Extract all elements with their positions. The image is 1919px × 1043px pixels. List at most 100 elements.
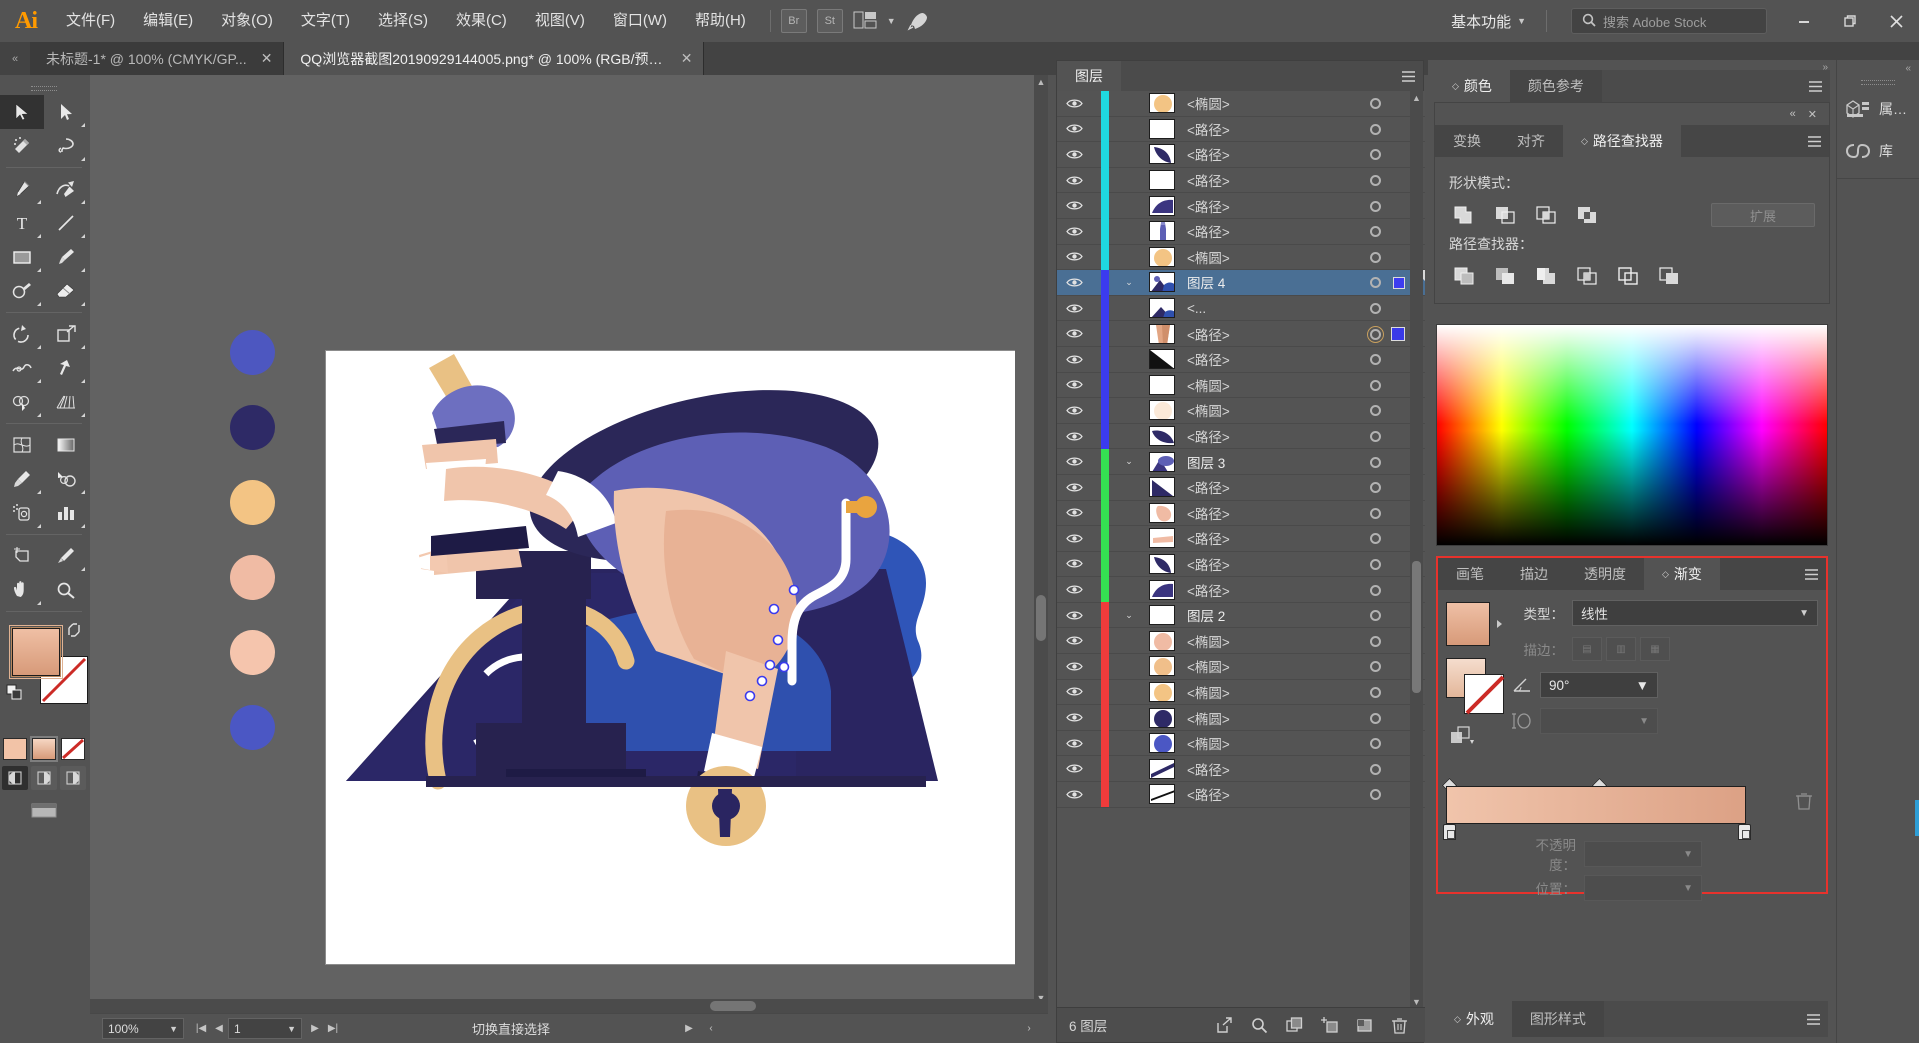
- menu-help[interactable]: 帮助(H): [681, 0, 760, 42]
- new-sublayer-button[interactable]: [1319, 1015, 1339, 1035]
- visibility-toggle-icon[interactable]: [1057, 149, 1091, 160]
- document-tab-0[interactable]: 未标题-1* @ 100% (CMYK/GP... ✕: [30, 42, 285, 75]
- tab-pathfinder[interactable]: ◇ 路径查找器: [1563, 125, 1681, 157]
- color-panel-menu-icon[interactable]: [1800, 70, 1830, 102]
- target-ring-icon[interactable]: [1370, 712, 1381, 724]
- arrange-documents-icon[interactable]: [853, 11, 877, 31]
- menu-select[interactable]: 选择(S): [364, 0, 442, 42]
- object-row[interactable]: <椭圆>: [1057, 627, 1425, 655]
- document-canvas[interactable]: ▲ ▼ 100% ▼ |◀ ◀ 1 ▼ ▶ ▶| 切换直接选择 ▶ ‹ ›: [90, 75, 1048, 1043]
- menu-window[interactable]: 窗口(W): [599, 0, 681, 42]
- target-indicator[interactable]: [1370, 245, 1381, 271]
- color-swatch-mode[interactable]: [3, 738, 27, 760]
- canvas-vertical-scrollbar[interactable]: ▲ ▼: [1034, 75, 1048, 1005]
- layer-name[interactable]: <椭圆>: [1187, 656, 1230, 676]
- prev-artboard-button[interactable]: ◀: [210, 1018, 228, 1039]
- status-prev-icon[interactable]: ‹: [702, 1018, 720, 1039]
- shaper-tool[interactable]: [0, 274, 44, 308]
- direct-selection-tool[interactable]: [44, 95, 88, 129]
- target-ring-icon[interactable]: [1370, 200, 1381, 212]
- eraser-tool[interactable]: [44, 274, 88, 308]
- swatch-dot-lightpeach[interactable]: [230, 630, 275, 675]
- target-indicator[interactable]: [1370, 219, 1381, 245]
- visibility-toggle-icon[interactable]: [1057, 277, 1091, 288]
- tab-color[interactable]: ◇ 颜色: [1434, 70, 1510, 102]
- object-row[interactable]: <路径>: [1057, 320, 1425, 347]
- menu-type[interactable]: 文字(T): [287, 0, 364, 42]
- target-ring-icon[interactable]: [1370, 277, 1381, 289]
- target-ring-icon[interactable]: [1370, 533, 1381, 545]
- target-ring-icon[interactable]: [1370, 789, 1381, 801]
- visibility-toggle-icon[interactable]: [1057, 610, 1091, 621]
- target-indicator[interactable]: [1370, 501, 1381, 527]
- canvas-viewport[interactable]: [110, 93, 1015, 1003]
- expand-button[interactable]: 扩展: [1711, 203, 1815, 227]
- first-artboard-button[interactable]: |◀: [192, 1018, 210, 1039]
- layer-row[interactable]: ⌄ 图层 4: [1057, 269, 1425, 296]
- object-row[interactable]: <路径>: [1057, 755, 1425, 783]
- visibility-toggle-icon[interactable]: [1057, 789, 1091, 800]
- object-row[interactable]: <路径>: [1057, 781, 1425, 808]
- screen-mode-button[interactable]: [0, 800, 88, 820]
- reverse-gradient-icon[interactable]: [1450, 726, 1476, 748]
- stroke-within-icon[interactable]: ▤: [1572, 637, 1602, 661]
- visibility-toggle-icon[interactable]: [1057, 712, 1091, 723]
- target-indicator[interactable]: [1370, 193, 1381, 219]
- target-ring-icon[interactable]: [1370, 738, 1381, 750]
- object-row[interactable]: <路径>: [1057, 474, 1425, 501]
- locate-object-button[interactable]: [1214, 1015, 1234, 1035]
- object-row[interactable]: <椭圆>: [1057, 730, 1425, 757]
- gradient-location-input[interactable]: ▼: [1584, 875, 1702, 901]
- tab-layers[interactable]: 图层: [1057, 61, 1121, 91]
- layer-name[interactable]: <椭圆>: [1187, 375, 1230, 395]
- layer-name[interactable]: <路径>: [1187, 477, 1230, 497]
- tab-stroke[interactable]: 描边: [1502, 558, 1566, 590]
- color-spectrum-gradient[interactable]: [1437, 325, 1827, 545]
- layer-name[interactable]: <路径>: [1187, 580, 1230, 600]
- canvas-horizontal-scrollbar[interactable]: [90, 999, 1048, 1013]
- target-indicator[interactable]: [1370, 680, 1381, 706]
- visibility-toggle-icon[interactable]: [1057, 200, 1091, 211]
- document-tab-1[interactable]: QQ浏览器截图20190929144005.png* @ 100% (RGB/预…: [284, 42, 705, 75]
- target-ring-icon[interactable]: [1370, 661, 1381, 673]
- magic-wand-tool[interactable]: [0, 129, 44, 163]
- type-tool[interactable]: T: [0, 206, 44, 240]
- target-indicator[interactable]: [1370, 347, 1381, 373]
- gradient-stop-start[interactable]: [1443, 824, 1456, 840]
- target-ring-icon[interactable]: [1370, 175, 1381, 187]
- object-row[interactable]: <路径>: [1057, 167, 1425, 194]
- object-row[interactable]: <椭圆>: [1057, 704, 1425, 731]
- menu-object[interactable]: 对象(O): [207, 0, 287, 42]
- visibility-toggle-icon[interactable]: [1057, 482, 1091, 493]
- tab-transform[interactable]: 变换: [1435, 125, 1499, 157]
- layer-name[interactable]: <椭圆>: [1187, 247, 1230, 267]
- curvature-tool[interactable]: [44, 172, 88, 206]
- target-indicator[interactable]: [1370, 475, 1381, 501]
- free-transform-tool[interactable]: [44, 351, 88, 385]
- layer-name[interactable]: <路径>: [1187, 349, 1230, 369]
- stroke-across-icon[interactable]: ▦: [1640, 637, 1670, 661]
- rail-item-libraries[interactable]: 库: [1837, 130, 1919, 172]
- object-row[interactable]: <椭圆>: [1057, 244, 1425, 271]
- next-artboard-button[interactable]: ▶: [306, 1018, 324, 1039]
- blend-tool[interactable]: [44, 462, 88, 496]
- target-ring-icon[interactable]: [1370, 482, 1381, 494]
- object-row[interactable]: <椭圆>: [1057, 679, 1425, 706]
- target-ring-icon[interactable]: [1370, 456, 1381, 468]
- layer-name[interactable]: <椭圆>: [1187, 93, 1230, 113]
- layer-name[interactable]: <路径>: [1187, 759, 1230, 779]
- layers-scroll-thumb[interactable]: [1412, 561, 1421, 693]
- draw-inside-mode[interactable]: [60, 766, 86, 790]
- pathfinder-close-icon[interactable]: ✕: [1808, 108, 1817, 121]
- tab-appearance[interactable]: ◇ 外观: [1436, 1001, 1512, 1037]
- disclosure-triangle-icon[interactable]: ⌄: [1109, 610, 1149, 621]
- make-clipping-mask-button[interactable]: [1284, 1015, 1304, 1035]
- layers-scroll-up-icon[interactable]: ▲: [1412, 93, 1421, 103]
- none-swatch-mode[interactable]: [61, 738, 85, 760]
- visibility-toggle-icon[interactable]: [1057, 251, 1091, 262]
- minimize-button[interactable]: [1781, 0, 1827, 42]
- scroll-up-arrow-icon[interactable]: ▲: [1034, 75, 1048, 89]
- layer-name[interactable]: <路径>: [1187, 221, 1230, 241]
- tab-brushes[interactable]: 画笔: [1438, 558, 1502, 590]
- visibility-toggle-icon[interactable]: [1057, 533, 1091, 544]
